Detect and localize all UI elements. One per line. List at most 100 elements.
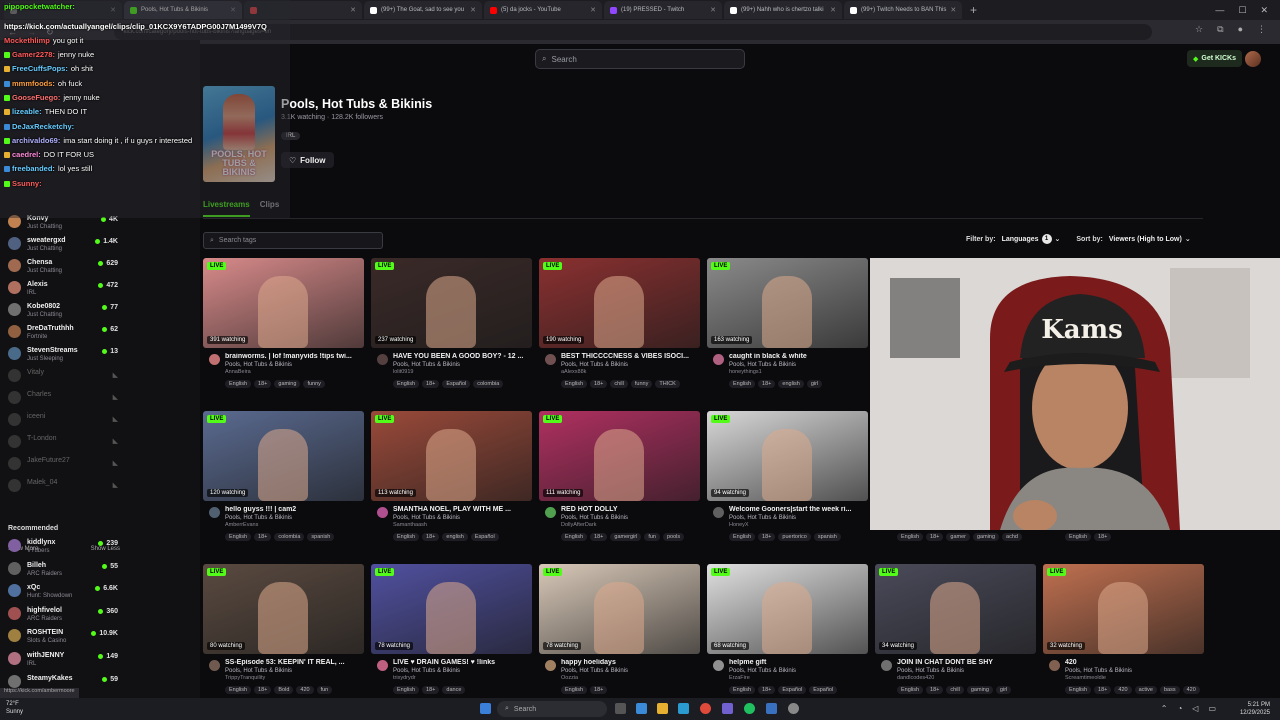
sort-dropdown[interactable]: Viewers (High to Low) ⌄ <box>1109 235 1191 244</box>
tag-chip[interactable]: 18+ <box>422 533 440 541</box>
sidebar-channel[interactable]: DreDaTruthhh Fortnite 62 <box>0 324 200 346</box>
edge-icon[interactable] <box>678 703 689 714</box>
weather-widget[interactable]: 72°F Sunny <box>6 700 23 716</box>
sidebar-channel[interactable]: Malek_04 ◣ <box>0 478 200 500</box>
stream-title[interactable]: LIVE ♥ DRAIN GAMES! ♥ !links <box>393 659 531 666</box>
tag-chip[interactable]: THICK <box>655 380 680 388</box>
stream-thumbnail[interactable]: LIVE 78 watching <box>371 564 532 654</box>
stream-card[interactable]: LIVE 68 watching helpme gift Pools, Hot Tub… <box>707 564 868 699</box>
avatar[interactable] <box>377 354 388 365</box>
close-tab-icon[interactable]: ✕ <box>590 6 596 14</box>
streamer-name[interactable]: Oozzia <box>561 675 578 681</box>
streamer-name[interactable]: AnnaBeira <box>225 369 251 375</box>
tag-chip[interactable]: girl <box>995 686 1012 694</box>
tag-search-input[interactable]: ⌕ Search tags <box>203 232 383 249</box>
streamer-name[interactable]: honeythings1 <box>729 369 762 375</box>
stream-card[interactable]: LIVE 32 watching 420 Pools, Hot Tubs & Biki… <box>1043 564 1204 699</box>
stream-category[interactable]: Pools, Hot Tubs & Bikinis <box>897 668 964 674</box>
tag-chip[interactable]: Español <box>809 686 838 694</box>
tag-chip[interactable]: achd <box>1002 533 1022 541</box>
bookmark-star-icon[interactable]: ☆ <box>1195 24 1203 35</box>
tag-chip[interactable]: 18+ <box>926 533 944 541</box>
menu-icon[interactable]: ⋮ <box>1257 24 1266 35</box>
stream-thumbnail[interactable]: LIVE 113 watching <box>371 411 532 501</box>
tag-chip[interactable]: chill <box>610 380 628 388</box>
tag-chip[interactable]: colombia <box>274 533 305 541</box>
sidebar-channel[interactable]: Charles ◣ <box>0 390 200 412</box>
stream-category[interactable]: Pools, Hot Tubs & Bikinis <box>729 515 796 521</box>
tag-chip[interactable]: 18+ <box>758 533 776 541</box>
streamer-name[interactable]: lolit0919 <box>393 369 414 375</box>
streamer-name[interactable]: dandlcodes420 <box>897 675 934 681</box>
tag-chip[interactable]: gamergirl <box>610 533 642 541</box>
stream-title[interactable]: happy hoelidays <box>561 659 699 666</box>
stream-title[interactable]: brainworms. | lof !manyvids !tips twi... <box>225 353 363 360</box>
sidebar-channel[interactable]: ROSHTEIN Slots & Casino 10.9K <box>0 628 200 650</box>
streamer-name[interactable]: aAlexx88k <box>561 369 586 375</box>
spotify-icon[interactable] <box>744 703 755 714</box>
tag-chip[interactable]: fun <box>644 533 660 541</box>
tag-chip[interactable]: English <box>225 533 252 541</box>
sidebar-channel[interactable]: T-London ◣ <box>0 434 200 456</box>
sidebar-channel[interactable]: Billeh ARC Raiders 55 <box>0 561 200 583</box>
tag-chip[interactable]: 18+ <box>254 380 272 388</box>
stream-card[interactable]: LIVE 80 watching SS-Episode 53: KEEPIN' IT… <box>203 564 364 699</box>
tag-chip[interactable]: funny <box>630 380 653 388</box>
stream-category[interactable]: Pools, Hot Tubs & Bikinis <box>561 668 628 674</box>
tag-chip[interactable]: chill <box>946 686 964 694</box>
tag-chip[interactable]: English <box>729 533 756 541</box>
sidebar-channel[interactable]: xQc Hunt: Showdown 6.6K <box>0 583 200 605</box>
tag-chip[interactable]: bass <box>1159 686 1180 694</box>
stream-card[interactable]: LIVE 78 watching happy hoelidays Pools, Hot… <box>539 564 700 699</box>
stream-card[interactable]: LIVE 391 watching brainworms. | lof !manyv… <box>203 258 364 393</box>
tag-chip[interactable]: Español <box>442 380 471 388</box>
sidebar-channel[interactable]: withJENNY IRL 149 <box>0 651 200 673</box>
stream-thumbnail[interactable]: LIVE 34 watching <box>875 564 1036 654</box>
tag-chip[interactable]: active <box>1134 686 1157 694</box>
app-icon[interactable] <box>722 703 733 714</box>
stream-title[interactable]: caught in black & white <box>729 353 867 360</box>
browser-tab[interactable]: (99+) The Goat, sad to see you ✕ <box>364 1 482 19</box>
stream-thumbnail[interactable]: LIVE 190 watching <box>539 258 700 348</box>
stream-title[interactable]: RED HOT DOLLY <box>561 506 699 513</box>
stream-thumbnail[interactable]: LIVE 120 watching <box>203 411 364 501</box>
stream-category[interactable]: Pools, Hot Tubs & Bikinis <box>729 668 796 674</box>
sidebar-channel[interactable]: JakeFuture27 ◣ <box>0 456 200 478</box>
stream-category[interactable]: Pools, Hot Tubs & Bikinis <box>225 515 292 521</box>
stream-category[interactable]: Pools, Hot Tubs & Bikinis <box>1065 668 1132 674</box>
stream-category[interactable]: Pools, Hot Tubs & Bikinis <box>225 668 292 674</box>
avatar[interactable] <box>377 660 388 671</box>
tag-chip[interactable]: fun <box>316 686 333 694</box>
streamer-name[interactable]: ErzaFire <box>729 675 750 681</box>
avatar[interactable] <box>377 507 388 518</box>
stream-thumbnail[interactable]: LIVE 32 watching <box>1043 564 1204 654</box>
tag-chip[interactable]: spanish <box>813 533 841 541</box>
get-kicks-button[interactable]: ◆ Get KICKs <box>1187 50 1243 67</box>
stream-thumbnail[interactable]: LIVE 163 watching <box>707 258 868 348</box>
clock[interactable]: 5:21 PM 12/29/2025 <box>1240 701 1270 717</box>
tag-chip[interactable]: 420 <box>296 686 314 694</box>
streamer-name[interactable]: DollyAfterDark <box>561 522 596 528</box>
sidebar-channel[interactable]: Kobe0802 Just Chatting 77 <box>0 302 200 324</box>
sidebar-channel[interactable]: StevenStreams Just Sleeping 13 <box>0 346 200 368</box>
stream-thumbnail[interactable]: LIVE 94 watching <box>707 411 868 501</box>
avatar[interactable] <box>209 507 220 518</box>
stream-title[interactable]: helpme gift <box>729 659 867 666</box>
tag-chip[interactable]: 18+ <box>422 686 440 694</box>
tag-chip[interactable]: English <box>561 380 588 388</box>
obs-icon[interactable] <box>788 703 799 714</box>
tag-chip[interactable]: Bold <box>274 686 294 694</box>
user-avatar[interactable] <box>1245 51 1261 67</box>
profile-icon[interactable]: ● <box>1238 24 1243 35</box>
avatar[interactable] <box>1049 660 1060 671</box>
tag-chip[interactable]: gamer <box>946 533 970 541</box>
tag-chip[interactable]: english <box>778 380 804 388</box>
tag-chip[interactable]: 18+ <box>1094 533 1112 541</box>
streamer-name[interactable]: Samanthaash <box>393 522 427 528</box>
stream-thumbnail[interactable]: LIVE 80 watching <box>203 564 364 654</box>
avatar[interactable] <box>209 354 220 365</box>
tag-chip[interactable]: Español <box>470 533 499 541</box>
stream-thumbnail[interactable]: LIVE 68 watching <box>707 564 868 654</box>
tag-chip[interactable]: Español <box>778 686 807 694</box>
stream-category[interactable]: Pools, Hot Tubs & Bikinis <box>393 668 460 674</box>
